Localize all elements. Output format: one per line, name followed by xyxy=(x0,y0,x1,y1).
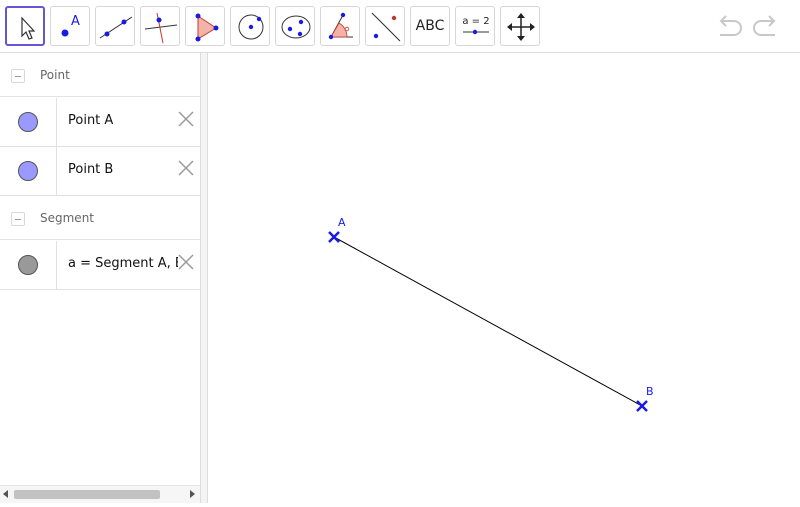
undo-button[interactable] xyxy=(714,12,744,40)
angle-icon xyxy=(328,12,353,40)
move-cross-icon xyxy=(507,13,535,41)
close-icon[interactable] xyxy=(176,109,196,129)
point-a-label: A xyxy=(338,216,346,229)
group-header-segment[interactable]: Segment xyxy=(0,196,200,240)
ellipse-tool-button[interactable] xyxy=(275,6,315,46)
visibility-toggle-icon[interactable] xyxy=(18,161,38,181)
perpendicular-line-tool-button[interactable] xyxy=(140,6,180,46)
segment-a[interactable] xyxy=(333,236,643,407)
point-tool-button[interactable]: A xyxy=(50,6,90,46)
close-icon[interactable] xyxy=(176,158,196,178)
algebra-view: Point Point A Point B Segment a = Segmen… xyxy=(0,53,201,503)
perpendicular-icon xyxy=(144,12,178,44)
line-tool-button[interactable] xyxy=(95,6,135,46)
scroll-left-icon[interactable] xyxy=(3,490,8,498)
marble-cell xyxy=(0,98,57,146)
angle-tool-button[interactable] xyxy=(320,6,360,46)
collapse-icon[interactable] xyxy=(11,212,25,226)
item-label[interactable]: a = Segment A, B xyxy=(68,256,178,271)
point-a[interactable] xyxy=(328,231,340,243)
point-tool-letter: A xyxy=(71,14,80,29)
reflect-icon xyxy=(371,12,401,42)
visibility-toggle-icon[interactable] xyxy=(18,112,38,132)
list-item[interactable]: Point A xyxy=(0,98,200,147)
graphics-view[interactable]: A B xyxy=(209,53,800,503)
group-label: Point xyxy=(40,68,70,82)
slider-icon: a = 2 xyxy=(462,16,490,35)
group-label: Segment xyxy=(40,211,94,225)
point-icon: A xyxy=(61,14,80,37)
list-item[interactable]: a = Segment A, B xyxy=(0,241,200,290)
slider-tool-label: a = 2 xyxy=(462,16,489,27)
polygon-tool-button[interactable] xyxy=(185,6,225,46)
visibility-toggle-icon[interactable] xyxy=(18,255,38,275)
slider-tool-button[interactable]: a = 2 xyxy=(455,6,495,46)
view-splitter[interactable] xyxy=(201,53,208,503)
redo-icon xyxy=(753,15,776,36)
point-b-label: B xyxy=(646,385,654,398)
item-label[interactable]: Point A xyxy=(68,113,178,128)
circle-center-icon xyxy=(238,14,264,40)
marble-cell xyxy=(0,241,57,289)
move-graphics-view-tool-button[interactable] xyxy=(500,6,540,46)
line-icon xyxy=(99,16,133,39)
text-tool-button[interactable]: ABC xyxy=(410,6,450,46)
move-tool-button[interactable] xyxy=(5,6,45,46)
reflect-tool-button[interactable] xyxy=(365,6,405,46)
group-header-point[interactable]: Point xyxy=(0,53,200,97)
horizontal-scrollbar[interactable] xyxy=(0,485,200,503)
close-icon[interactable] xyxy=(176,252,196,272)
undo-icon xyxy=(719,15,742,36)
graphics-canvas[interactable] xyxy=(209,53,800,503)
list-item[interactable]: Point B xyxy=(0,147,200,196)
scroll-right-icon[interactable] xyxy=(190,490,195,498)
circle-center-point-tool-button[interactable] xyxy=(230,6,270,46)
arrow-pointer-icon xyxy=(21,16,36,40)
marble-cell xyxy=(0,147,57,195)
item-label[interactable]: Point B xyxy=(68,162,178,177)
redo-button[interactable] xyxy=(751,12,781,40)
ellipse-icon xyxy=(281,15,311,39)
scrollbar-thumb[interactable] xyxy=(14,490,160,499)
text-tool-label: ABC xyxy=(415,18,445,34)
collapse-icon[interactable] xyxy=(11,69,25,83)
toolbar: A ABC a = 2 xyxy=(0,0,800,53)
polygon-icon xyxy=(195,13,219,42)
point-b[interactable] xyxy=(636,400,648,412)
